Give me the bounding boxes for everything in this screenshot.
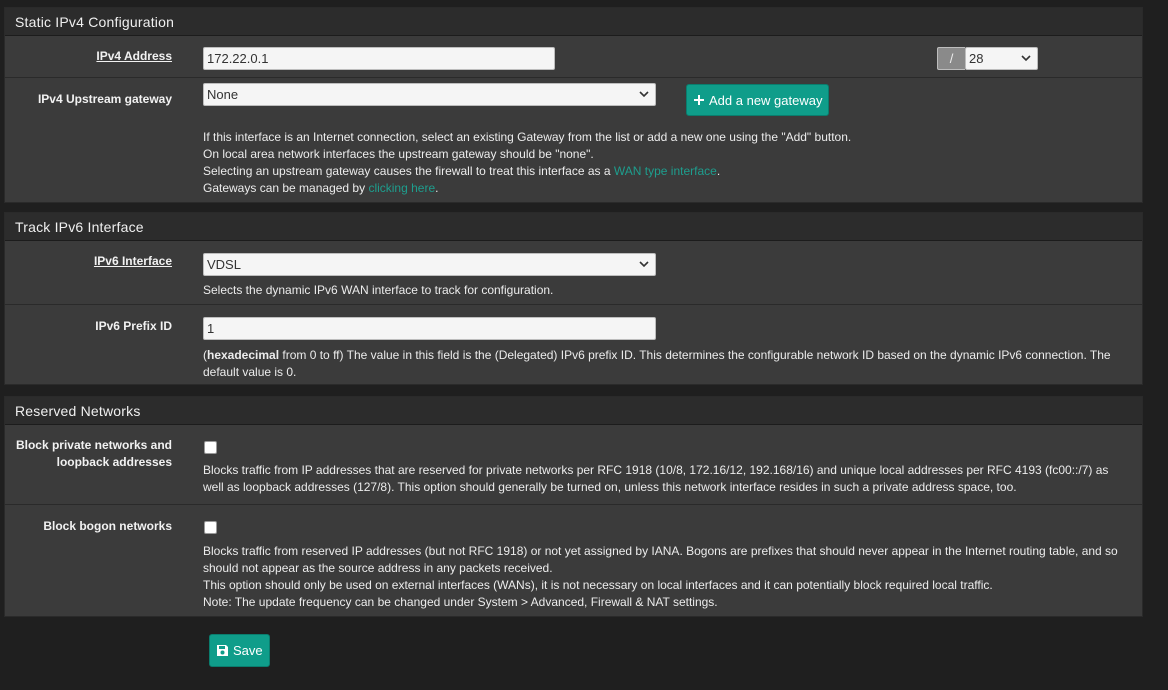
ipv4-cidr-value: 28 [969, 51, 984, 66]
reserved-panel: Reserved Networks Block private networks… [4, 396, 1143, 617]
block-private-help: Blocks traffic from IP addresses that ar… [203, 463, 1109, 494]
save-label: Save [233, 643, 263, 658]
save-icon [217, 645, 228, 656]
block-private-checkbox[interactable] [204, 441, 217, 454]
ipv6-panel-heading: Track IPv6 Interface [5, 213, 1142, 241]
ipv4-cidr-select[interactable]: 28 [965, 47, 1038, 70]
gateway-help-line2: On local area network interfaces the ups… [203, 147, 594, 161]
ipv4-address-input[interactable]: 172.22.0.1 [203, 47, 555, 70]
block-bogon-row: Block bogon networks Blocks traffic from… [5, 504, 1142, 617]
ipv6-interface-value: VDSL [207, 257, 241, 272]
ipv6-prefix-row: IPv6 Prefix ID 1 (hexadecimal from 0 to … [5, 304, 1142, 384]
block-bogon-label: Block bogon networks [43, 519, 172, 533]
bogon-help-line3: Note: The update frequency can be change… [203, 595, 718, 609]
ipv6-interface-select[interactable]: VDSL [203, 253, 656, 276]
bogon-help-line1: Blocks traffic from reserved IP addresse… [203, 544, 1118, 575]
ipv4-gateway-value: None [207, 87, 239, 102]
ipv4-panel-heading: Static IPv4 Configuration [5, 8, 1142, 36]
plus-icon [694, 95, 704, 105]
ipv4-gateway-row: IPv4 Upstream gateway None Add a new gat… [5, 77, 1142, 203]
ipv6-panel: Track IPv6 Interface IPv6 Interface VDSL… [4, 212, 1143, 385]
gateway-help-line3: Selecting an upstream gateway causes the… [203, 164, 721, 178]
ipv6-interface-row: IPv6 Interface VDSL Selects the dynamic … [5, 241, 1142, 304]
block-bogon-checkbox[interactable] [204, 521, 217, 534]
save-button[interactable]: Save [209, 634, 270, 667]
block-private-row: Block private networks and loopback addr… [5, 425, 1142, 504]
bogon-help-line2: This option should only be used on exter… [203, 578, 993, 592]
block-private-label: Block private networks and loopback addr… [15, 438, 172, 469]
ipv6-prefix-label: IPv6 Prefix ID [95, 319, 172, 333]
ipv4-address-row: IPv4 Address 172.22.0.1 / 28 [5, 36, 1142, 77]
add-gateway-button[interactable]: Add a new gateway [686, 84, 830, 116]
ipv6-prefix-input[interactable]: 1 [203, 317, 656, 340]
ipv4-gateway-help: If this interface is an Internet connect… [203, 129, 1123, 197]
gateway-help-line1: If this interface is an Internet connect… [203, 130, 852, 144]
ipv6-interface-help: Selects the dynamic IPv6 WAN interface t… [203, 283, 554, 297]
ipv4-gateway-select[interactable]: None [203, 83, 656, 106]
ipv6-prefix-help: (hexadecimal from 0 to ff) The value in … [203, 348, 1111, 379]
block-bogon-help: Blocks traffic from reserved IP addresse… [203, 543, 1123, 611]
ipv4-panel: Static IPv4 Configuration IPv4 Address 1… [4, 7, 1143, 203]
ipv4-gateway-label: IPv4 Upstream gateway [37, 92, 172, 106]
gateway-help-line4: Gateways can be managed by clicking here… [203, 181, 439, 195]
add-gateway-label: Add a new gateway [709, 92, 823, 108]
chevron-down-icon [639, 91, 649, 98]
chevron-down-icon [639, 261, 649, 268]
wan-type-interface-link[interactable]: WAN type interface [614, 164, 717, 178]
reserved-panel-heading: Reserved Networks [5, 397, 1142, 425]
hexadecimal-bold: hexadecimal [207, 348, 280, 362]
chevron-down-icon [1021, 55, 1031, 62]
clicking-here-link[interactable]: clicking here [368, 181, 435, 195]
ipv6-interface-label: IPv6 Interface [93, 254, 172, 268]
cidr-separator: / [937, 47, 965, 70]
ipv4-address-label: IPv4 Address [96, 49, 172, 63]
